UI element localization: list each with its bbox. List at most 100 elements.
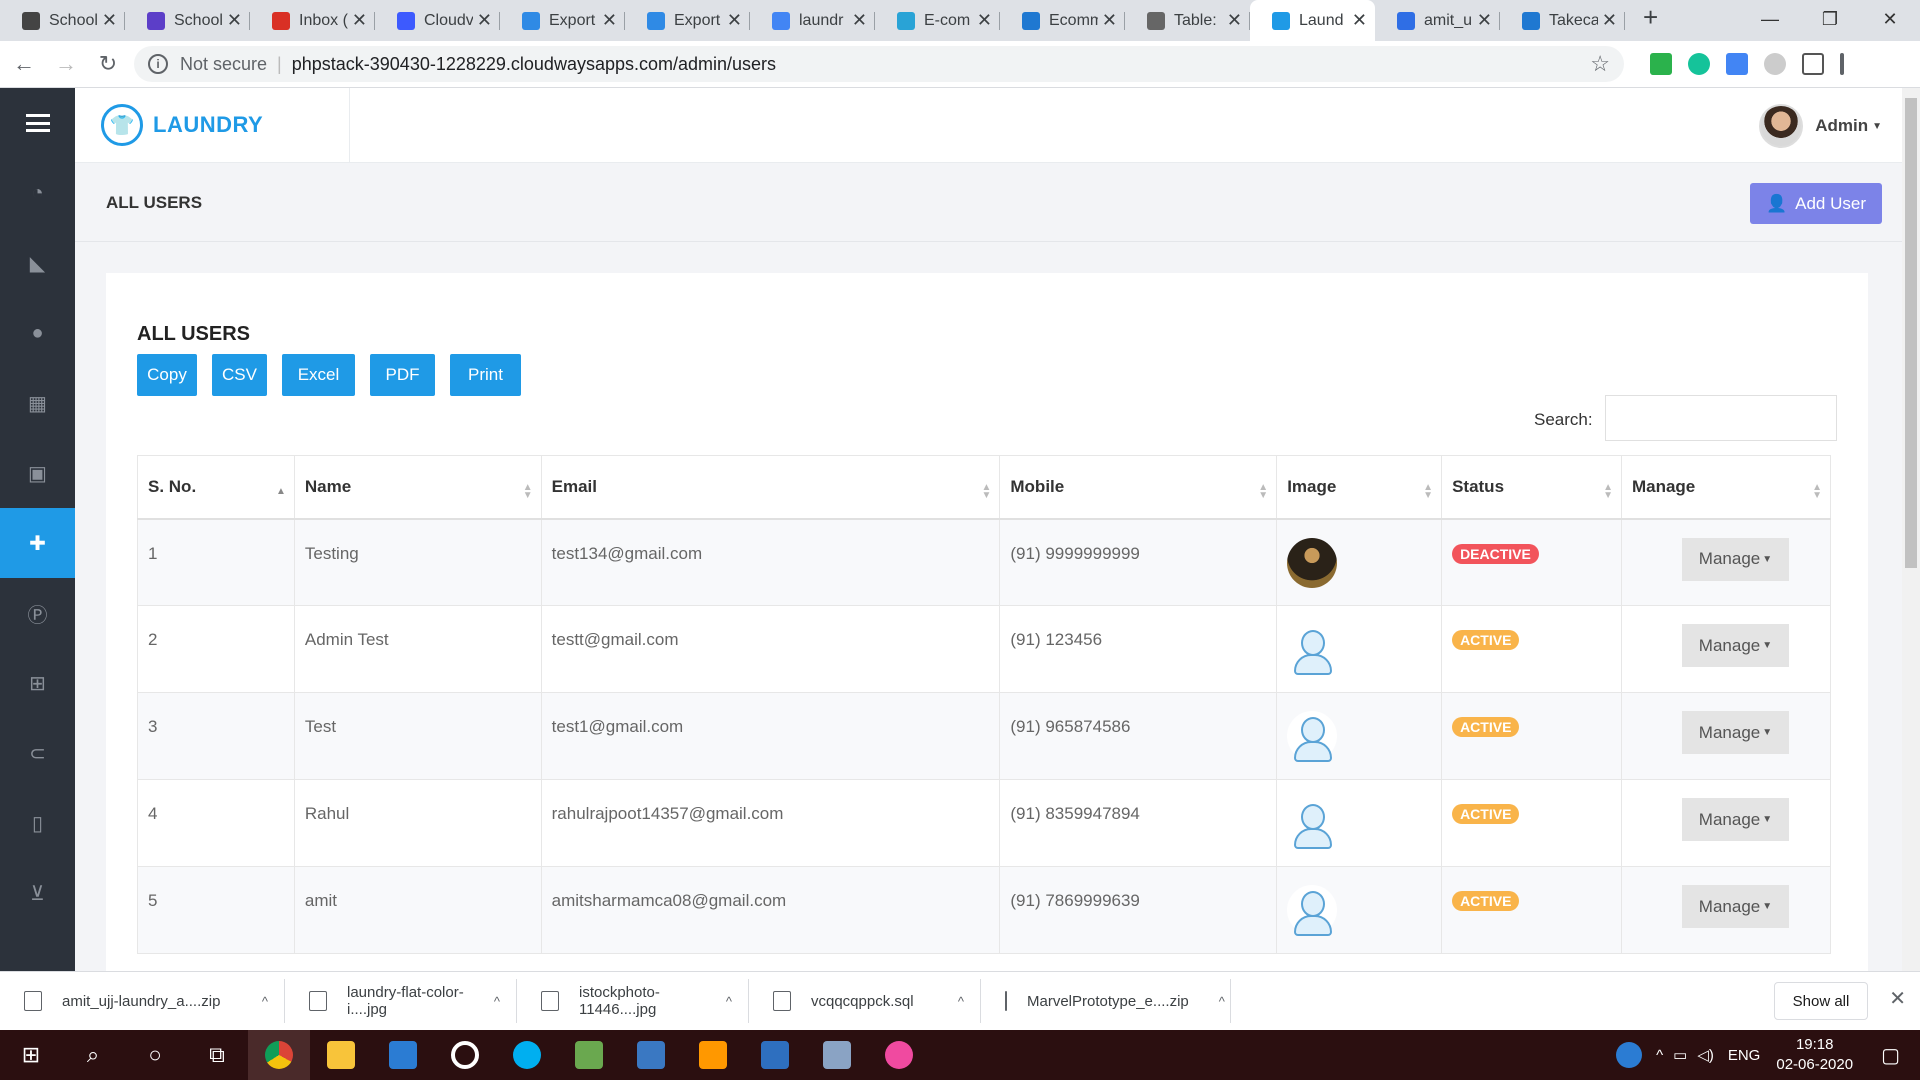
task-view-icon[interactable]: ⧉ (186, 1030, 248, 1080)
chevron-up-icon[interactable]: ^ (1656, 1047, 1663, 1064)
page-scrollbar[interactable] (1902, 88, 1920, 971)
manage-dropdown-button[interactable]: Manage ▼ (1681, 711, 1789, 754)
download-item[interactable]: laundry-flat-color-i....jpg ^ (285, 979, 517, 1023)
sublime-app-icon[interactable] (682, 1030, 744, 1080)
new-tab-button[interactable]: + (1643, 2, 1658, 33)
add-user-button[interactable]: 👤 Add User (1750, 183, 1882, 224)
tab-close-icon[interactable]: ✕ (1477, 10, 1492, 31)
browser-tab[interactable]: Export ✕ (625, 0, 750, 41)
extension-tv-icon[interactable] (1650, 53, 1672, 75)
chevron-up-icon[interactable]: ^ (958, 994, 964, 1009)
manage-dropdown-button[interactable]: Manage ▼ (1681, 537, 1789, 581)
browser-tab[interactable]: Table: ✕ (1125, 0, 1250, 41)
url-field[interactable]: i Not secure | phpstack-390430-1228229.c… (134, 46, 1624, 82)
scrollbar-thumb[interactable] (1905, 98, 1917, 568)
download-item[interactable]: MarvelPrototype_e....zip ^ (981, 979, 1231, 1023)
browser-tab[interactable]: School ✕ (125, 0, 250, 41)
browser-tab[interactable]: School ✕ (0, 0, 125, 41)
lync-app-icon[interactable] (372, 1030, 434, 1080)
copy-button[interactable]: Copy (137, 354, 197, 396)
browser-tab[interactable]: amit_u ✕ (1375, 0, 1500, 41)
manage-dropdown-button[interactable]: Manage ▼ (1681, 624, 1789, 667)
tab-close-icon[interactable]: ✕ (602, 10, 617, 31)
tab-close-icon[interactable]: ✕ (477, 10, 492, 31)
settings-app-icon[interactable] (434, 1030, 496, 1080)
column-header-status[interactable]: Status ▲ ▼ (1441, 455, 1622, 520)
sidebar-item[interactable]: ▦ (0, 368, 75, 438)
windows-app-icon[interactable] (620, 1030, 682, 1080)
tab-close-icon[interactable]: ✕ (1602, 10, 1617, 31)
menu-toggle-button[interactable] (0, 88, 75, 158)
grammarly-icon[interactable] (1688, 53, 1710, 75)
maximize-icon[interactable]: ❐ (1800, 0, 1860, 41)
sidebar-item[interactable]: ▯ (0, 788, 75, 858)
network-app-icon[interactable] (744, 1030, 806, 1080)
sidebar-item[interactable]: ⊞ (0, 648, 75, 718)
sidebar-item[interactable]: ⊂ (0, 718, 75, 788)
browser-tab[interactable]: Ecomm ✕ (1000, 0, 1125, 41)
windows-start-icon[interactable]: ⊞ (0, 1030, 62, 1080)
translate-icon[interactable] (1726, 53, 1748, 75)
column-header-image[interactable]: Image ▲ ▼ (1276, 455, 1443, 520)
volume-icon[interactable]: ◁) (1697, 1046, 1714, 1064)
search-icon[interactable]: ⌕ (62, 1030, 124, 1080)
manage-dropdown-button[interactable]: Manage ▼ (1681, 798, 1789, 841)
browser-tab[interactable]: Takeca ✕ (1500, 0, 1625, 41)
cortana-icon[interactable]: ○ (124, 1030, 186, 1080)
column-header-manage[interactable]: Manage ▲ ▼ (1620, 455, 1832, 520)
browser-tab[interactable]: Inbox (✕ (250, 0, 375, 41)
chevron-up-icon[interactable]: ^ (1219, 994, 1225, 1009)
browser-menu-icon[interactable] (1840, 53, 1844, 75)
browser-tab[interactable]: Cloudv ✕ (375, 0, 500, 41)
extension-cloud-icon[interactable] (1764, 53, 1786, 75)
sidebar-item[interactable]: ◔ (0, 158, 75, 228)
back-icon[interactable]: ← (6, 51, 42, 77)
close-downloads-icon[interactable]: ✕ (1889, 986, 1906, 1011)
column-header-email[interactable]: Email ▲ ▼ (540, 455, 1001, 520)
reload-icon[interactable]: ↻ (90, 51, 126, 77)
tab-close-icon[interactable]: ✕ (102, 10, 117, 31)
sidebar-item[interactable]: ⊻ (0, 858, 75, 928)
remote-app-icon[interactable] (806, 1030, 868, 1080)
help-icon[interactable] (1616, 1042, 1643, 1068)
file-explorer-icon[interactable] (310, 1030, 372, 1080)
browser-tab[interactable]: Export ✕ (500, 0, 625, 41)
print-button[interactable]: Print (450, 354, 521, 396)
close-window-icon[interactable]: ✕ (1860, 0, 1920, 41)
info-icon[interactable]: i (148, 54, 168, 74)
brand-logo[interactable]: 👕 LAUNDRY (101, 104, 263, 146)
download-item[interactable]: amit_ujj-laundry_a....zip ^ (0, 979, 285, 1023)
clock[interactable]: 19:18 02-06-2020 (1776, 1035, 1853, 1075)
sidebar-item[interactable]: ◣ (0, 228, 75, 298)
chevron-up-icon[interactable]: ^ (494, 994, 500, 1009)
minimize-icon[interactable]: — (1740, 0, 1800, 41)
browser-tab[interactable]: Laund ✕ (1250, 0, 1375, 41)
tab-close-icon[interactable]: ✕ (352, 10, 367, 31)
browser-tab[interactable]: laundr ✕ (750, 0, 875, 41)
user-menu[interactable]: Admin ▼ (1759, 104, 1882, 148)
skype-app-icon[interactable] (496, 1030, 558, 1080)
search-input[interactable] (1605, 395, 1837, 441)
tab-close-icon[interactable]: ✕ (1227, 10, 1242, 31)
image-app-icon[interactable] (558, 1030, 620, 1080)
sidebar-item[interactable]: ✚ (0, 508, 75, 578)
column-header-mobile[interactable]: Mobile ▲ ▼ (999, 455, 1278, 520)
manage-dropdown-button[interactable]: Manage ▼ (1681, 885, 1789, 928)
language-indicator[interactable]: ENG (1728, 1047, 1761, 1064)
sidebar-item[interactable]: Ⓟ (0, 578, 75, 648)
column-header-sno[interactable]: S. No. ▲ (137, 455, 295, 520)
tab-close-icon[interactable]: ✕ (1102, 10, 1117, 31)
chrome-app-icon[interactable] (248, 1030, 310, 1080)
tab-close-icon[interactable]: ✕ (227, 10, 242, 31)
tab-close-icon[interactable]: ✕ (1352, 10, 1367, 31)
column-header-name[interactable]: Name ▲ ▼ (293, 455, 542, 520)
tab-close-icon[interactable]: ✕ (977, 10, 992, 31)
download-item[interactable]: istockphoto-11446....jpg ^ (517, 979, 749, 1023)
csv-button[interactable]: CSV (212, 354, 267, 396)
chevron-up-icon[interactable]: ^ (262, 994, 268, 1009)
notifications-icon[interactable]: ▢ (1881, 1043, 1900, 1068)
network-icon[interactable]: ▭ (1673, 1046, 1687, 1064)
pdf-button[interactable]: PDF (370, 354, 435, 396)
chevron-up-icon[interactable]: ^ (726, 994, 732, 1009)
extension-icon[interactable] (1802, 53, 1824, 75)
